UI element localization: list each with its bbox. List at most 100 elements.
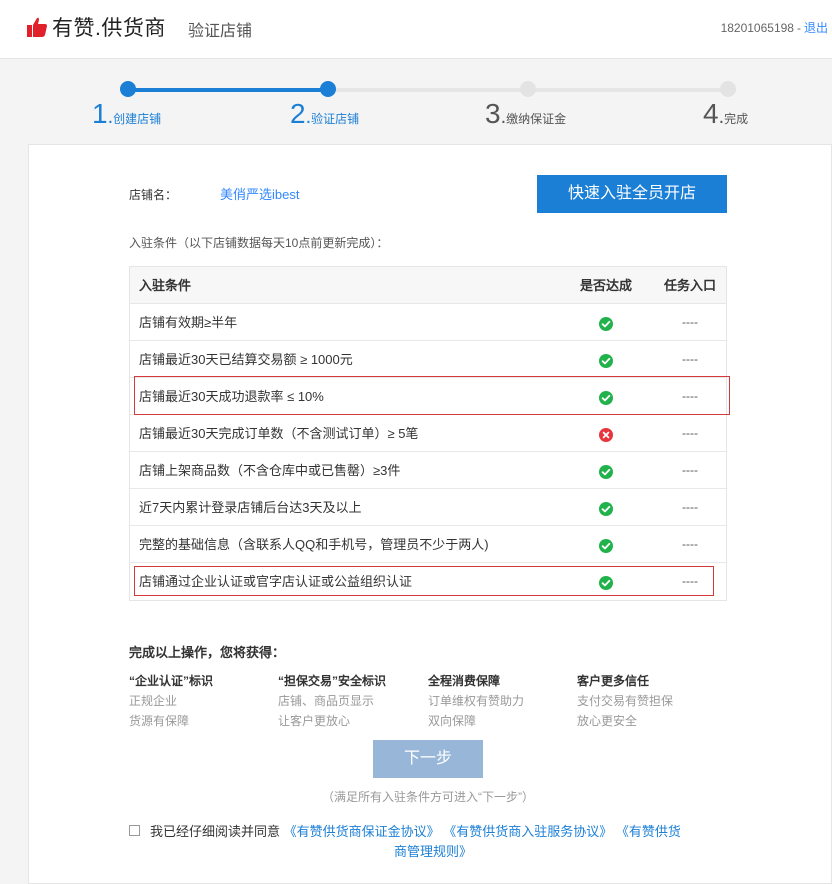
deposit-agreement-link[interactable]: 《有赞供货商保证金协议》 [284,824,440,839]
table-row: 店铺有效期≥半年 ---- [130,304,726,341]
achieved-cell [560,563,652,600]
fast-join-button[interactable]: 快速入驻全员开店 [537,175,727,213]
task-entry: ---- [682,315,698,329]
thumbs-up-icon [27,17,47,37]
benefit-line: 货源有保障 [129,714,190,728]
brand-name: 有赞.供货商 [52,17,166,40]
agree-checkbox[interactable] [129,825,140,836]
step-label: 创建店铺 [113,112,162,126]
condition-text: 近7天内累计登录店铺后台达3天及以上 [139,500,362,515]
task-entry: ---- [682,352,698,366]
header-entry: 任务入口 [663,278,716,293]
service-agreement-link[interactable]: 《有赞供货商入驻服务协议》 [443,824,612,839]
benefit-heading: 客户更多信任 [577,674,650,688]
step-dot-2 [320,81,336,97]
table-row: 店铺上架商品数（不含仓库中或已售罄）≥3件 ---- [130,452,726,489]
agreement-text: 我已经仔细阅读并同意 《有赞供货商保证金协议》 《有赞供货商入驻服务协议》 《有… [150,822,681,842]
header-condition: 入驻条件 [139,278,192,293]
task-entry: ---- [682,537,698,551]
task-entry: ---- [682,500,698,514]
step-label: 缴纳保证金 [506,112,567,126]
achieved-cell [560,341,652,378]
step-4: 4.完成 [703,98,749,129]
top-header: 有赞.供货商 验证店铺 18201065198- 退出 [0,0,832,59]
benefit-line: 放心更安全 [577,714,638,728]
shop-name-label: 店铺名： [129,188,178,202]
table-row: 店铺通过企业认证或官字店认证或公益组织认证 ---- [130,563,726,600]
achieved-cell [560,415,652,452]
achieved-cell [560,304,652,341]
table-body: 店铺有效期≥半年 ---- 店铺最近30天已结算交易额 ≥ 1000元 ---- 店铺最… [130,304,726,600]
benefits-title: 完成以上操作，您将获得： [129,645,286,660]
benefit-heading: “企业认证”标识 [129,674,214,688]
logout-link[interactable]: 退出 [804,21,828,35]
shop-name[interactable]: 美俏严选ibest [220,184,299,203]
benefit-protection: 全程消费保障 订单维权有赞助力 双向保障 [428,671,568,731]
condition-text: 店铺上架商品数（不含仓库中或已售罄）≥3件 [139,463,401,478]
check-circle-icon [599,538,613,553]
benefit-heading: “担保交易”安全标识 [278,674,387,688]
benefit-line: 双向保障 [428,714,477,728]
step-dot-3 [520,81,536,97]
step-1: 1.创建店铺 [92,98,162,129]
benefit-heading: 全程消费保障 [428,674,501,688]
management-rules-link[interactable]: 《有赞供货 [616,824,681,839]
step-dot-1 [120,81,136,97]
condition-text: 店铺通过企业认证或官字店认证或公益组织认证 [139,574,413,589]
logo[interactable]: 有赞.供货商 [26,13,166,41]
condition-text: 完整的基础信息（含联系人QQ和手机号，管理员不少于两人) [139,537,489,552]
table-row: 店铺最近30天已结算交易额 ≥ 1000元 ---- [130,341,726,378]
check-circle-icon [599,501,613,516]
agreement-prefix: 我已经仔细阅读并同意 [150,824,281,839]
benefit-guarantee: “担保交易”安全标识 店铺、商品页显示 让客户更放心 [278,671,418,731]
task-entry: ---- [682,574,698,588]
step-3: 3.缴纳保证金 [485,98,567,129]
next-step-button[interactable]: 下一步 [373,740,483,778]
step-number: 2 [290,98,306,129]
conditions-table: 入驻条件 是否达成 任务入口 店铺有效期≥半年 ---- 店铺最近30天已结算交易额… [129,266,727,601]
page-title: 验证店铺 [188,23,253,40]
task-entry: ---- [682,389,698,403]
task-entry: ---- [682,426,698,440]
benefit-enterprise: “企业认证”标识 正规企业 货源有保障 [129,671,269,731]
achieved-cell [560,378,652,415]
step-number: 1 [92,98,108,129]
separator: - [796,21,801,35]
check-circle-icon [599,390,613,405]
step-number: 4 [703,98,719,129]
table-row: 完整的基础信息（含联系人QQ和手机号，管理员不少于两人) ---- [130,526,726,563]
achieved-cell [560,489,652,526]
condition-text: 店铺最近30天已结算交易额 ≥ 1000元 [139,352,353,367]
step-2: 2.验证店铺 [290,98,360,129]
benefit-line: 让客户更放心 [278,714,351,728]
check-circle-icon [599,575,613,590]
condition-text: 店铺最近30天成功退款率 ≤ 10% [139,389,324,404]
table-header: 入驻条件 是否达成 任务入口 [130,267,726,304]
step-number: 3 [485,98,501,129]
benefit-line: 支付交易有赞担保 [577,694,674,708]
benefit-line: 正规企业 [129,694,178,708]
progress-line-done [128,88,328,92]
check-circle-icon [599,464,613,479]
step-label: 验证店铺 [311,112,360,126]
table-row: 店铺最近30天完成订单数（不含测试订单）≥ 5笔 ---- [130,415,726,452]
header-achieved: 是否达成 [579,278,632,293]
user-phone: 18201065198 [720,21,794,35]
benefit-trust: 客户更多信任 支付交易有赞担保 放心更安全 [577,671,717,731]
step-dot-4 [720,81,736,97]
next-step-hint: （满足所有入驻条件方可进入“下一步”） [322,790,534,804]
management-rules-link-cont[interactable]: 商管理规则》 [394,842,472,862]
conditions-note: 入驻条件（以下店铺数据每天10点前更新完成）： [129,236,389,250]
table-row: 店铺最近30天成功退款率 ≤ 10% ---- [130,378,726,415]
achieved-cell [560,526,652,563]
step-label: 完成 [724,112,749,126]
check-circle-icon [599,353,613,368]
condition-text: 店铺有效期≥半年 [139,315,238,330]
table-row: 近7天内累计登录店铺后台达3天及以上 ---- [130,489,726,526]
task-entry: ---- [682,463,698,477]
achieved-cell [560,452,652,489]
benefit-line: 店铺、商品页显示 [278,694,375,708]
user-area: 18201065198- 退出 [721,19,828,36]
check-circle-icon [599,316,613,331]
condition-text: 店铺最近30天完成订单数（不含测试订单）≥ 5笔 [139,426,419,441]
